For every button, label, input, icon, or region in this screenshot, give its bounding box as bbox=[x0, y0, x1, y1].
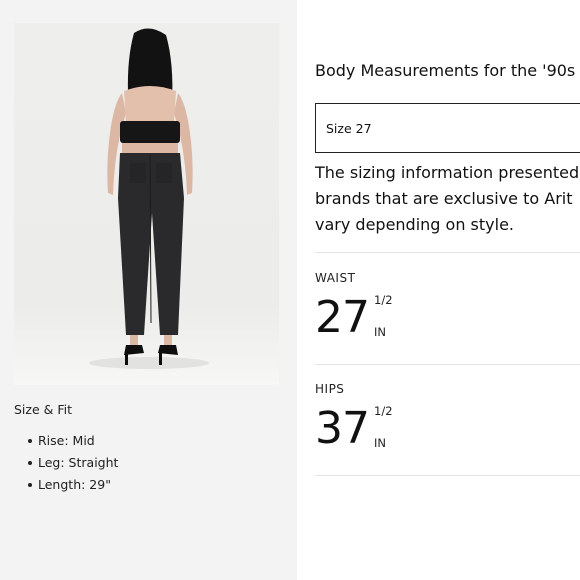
sizing-info-line: The sizing information presented bbox=[315, 163, 580, 182]
waist-unit: IN bbox=[374, 325, 386, 339]
waist-value: 27 bbox=[315, 292, 370, 343]
hips-value: 37 bbox=[315, 403, 370, 454]
fit-item-rise: Rise: Mid bbox=[28, 432, 118, 454]
model-back-view-image bbox=[89, 28, 209, 369]
fit-item-length: Length: 29" bbox=[28, 476, 118, 498]
sizing-info-line: vary depending on style. bbox=[315, 215, 514, 234]
size-fit-heading: Size & Fit bbox=[14, 402, 73, 417]
waist-label: WAIST bbox=[315, 271, 356, 285]
size-dropdown[interactable]: Size 27 bbox=[315, 103, 580, 153]
sizing-info-text: The sizing information presented brands … bbox=[315, 160, 579, 238]
divider bbox=[315, 364, 580, 365]
hips-unit: IN bbox=[374, 436, 386, 450]
size-guide-page: Size & Fit Rise: Mid Leg: Straight Lengt… bbox=[0, 0, 580, 580]
body-measurements-panel: Body Measurements for the '90s Size 27 T… bbox=[297, 0, 580, 580]
hips-fraction: 1/2 bbox=[374, 404, 393, 418]
product-photo[interactable] bbox=[14, 23, 279, 385]
waist-fraction: 1/2 bbox=[374, 293, 393, 307]
measurements-title: Body Measurements for the '90s bbox=[315, 61, 576, 80]
divider bbox=[315, 252, 580, 253]
size-fit-list: Rise: Mid Leg: Straight Length: 29" bbox=[28, 432, 118, 498]
sizing-info-line: brands that are exclusive to Arit bbox=[315, 189, 573, 208]
fit-item-leg: Leg: Straight bbox=[28, 454, 118, 476]
size-dropdown-value: Size 27 bbox=[326, 121, 372, 136]
divider bbox=[315, 475, 580, 476]
product-details-panel: Size & Fit Rise: Mid Leg: Straight Lengt… bbox=[0, 0, 297, 580]
hips-label: HIPS bbox=[315, 382, 345, 396]
